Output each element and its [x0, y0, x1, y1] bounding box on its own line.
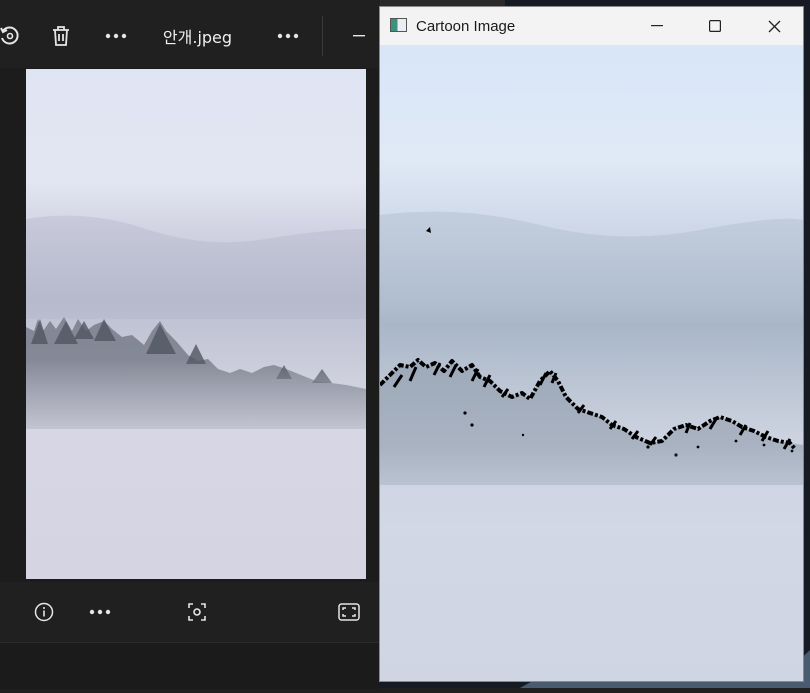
- visual-search-icon: [188, 603, 206, 621]
- rotate-icon: [0, 26, 19, 45]
- minimize-icon: [651, 25, 663, 27]
- foggy-forest-photo: [26, 69, 366, 579]
- maximize-icon: [709, 20, 721, 32]
- delete-button[interactable]: [46, 20, 76, 52]
- toolbar-divider: [322, 16, 323, 56]
- more-options-button-2[interactable]: [272, 20, 304, 52]
- close-window-button[interactable]: [745, 7, 803, 45]
- cartoon-image-canvas: [380, 45, 803, 681]
- window-titlebar[interactable]: Cartoon Image: [380, 7, 803, 45]
- visual-search-button[interactable]: [181, 598, 213, 626]
- viewer-toolbar: 안개.jpeg: [0, 0, 380, 68]
- fullscreen-icon: [338, 603, 360, 621]
- info-button[interactable]: [28, 598, 60, 626]
- minimize-button[interactable]: [346, 20, 372, 52]
- fullscreen-button[interactable]: [333, 598, 365, 626]
- minimize-window-button[interactable]: [628, 7, 686, 45]
- close-icon: [768, 20, 780, 32]
- minimize-icon: [353, 35, 365, 37]
- viewer-bottom-bar: [0, 582, 380, 642]
- viewer-filmstrip-area: [0, 642, 380, 689]
- cartoon-image-window: Cartoon Image: [379, 6, 804, 682]
- more-icon: [105, 33, 127, 39]
- app-icon: [390, 18, 407, 32]
- photo-viewer-window: 안개.jpeg: [0, 0, 380, 689]
- more-icon: [277, 33, 299, 39]
- delete-icon: [53, 26, 69, 46]
- file-name: 안개.jpeg: [162, 28, 233, 47]
- more-options-button[interactable]: [100, 20, 132, 52]
- more-icon: [89, 609, 111, 615]
- more-options-button-3[interactable]: [84, 598, 116, 626]
- rotate-button[interactable]: [0, 20, 24, 52]
- maximize-window-button[interactable]: [686, 7, 744, 45]
- window-title: Cartoon Image: [416, 18, 516, 35]
- info-icon: [34, 602, 54, 622]
